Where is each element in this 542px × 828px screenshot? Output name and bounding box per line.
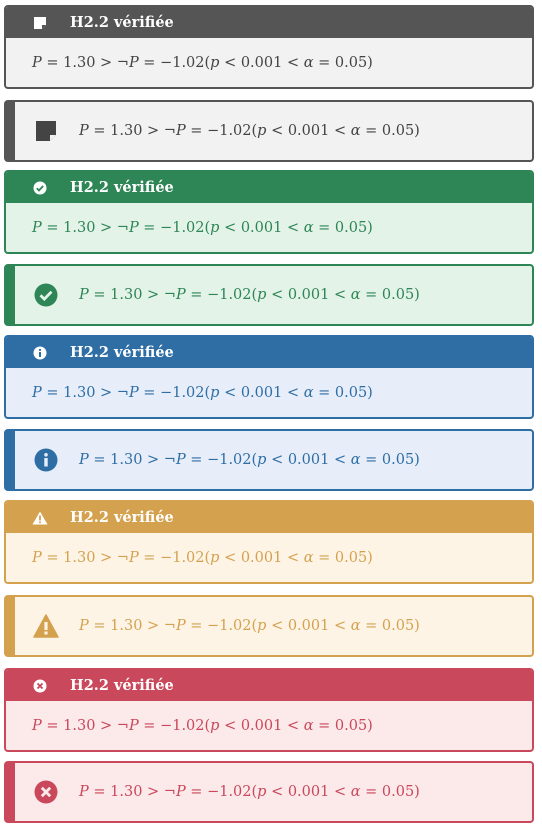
formula: P = 1.30 > ¬P = −1.02(p < 0.001 < α = 0.… [79, 452, 420, 468]
x-circle-icon [32, 678, 48, 694]
warning-triangle-icon [32, 510, 48, 526]
x-circle-icon [33, 779, 59, 805]
info-callout-side: P = 1.30 > ¬P = −1.02(p < 0.001 < α = 0.… [4, 429, 534, 491]
callout-title-bar: H2.2 vérifiée [6, 7, 532, 38]
danger-callout-side: P = 1.30 > ¬P = −1.02(p < 0.001 < α = 0.… [4, 761, 534, 823]
callout-title-bar: H2.2 vérifiée [6, 172, 532, 203]
formula: P = 1.30 > ¬P = −1.02(p < 0.001 < α = 0.… [32, 384, 373, 401]
success-callout-titled: H2.2 vérifiée P = 1.30 > ¬P = −1.02(p < … [4, 170, 534, 254]
formula: P = 1.30 > ¬P = −1.02(p < 0.001 < α = 0.… [79, 123, 420, 139]
callout-title-bar: H2.2 vérifiée [6, 670, 532, 701]
formula: P = 1.30 > ¬P = −1.02(p < 0.001 < α = 0.… [32, 54, 373, 71]
callout-body: P = 1.30 > ¬P = −1.02(p < 0.001 < α = 0.… [6, 368, 532, 417]
callout-title-bar: H2.2 vérifiée [6, 502, 532, 533]
callout-body: P = 1.30 > ¬P = −1.02(p < 0.001 < α = 0.… [6, 701, 532, 750]
callout-title: H2.2 vérifiée [70, 179, 174, 196]
warning-callout-side: P = 1.30 > ¬P = −1.02(p < 0.001 < α = 0.… [4, 595, 534, 657]
note-icon [32, 15, 48, 31]
check-circle-icon [33, 282, 59, 308]
formula: P = 1.30 > ¬P = −1.02(p < 0.001 < α = 0.… [79, 287, 420, 303]
info-circle-icon [32, 345, 48, 361]
danger-callout-titled: H2.2 vérifiée P = 1.30 > ¬P = −1.02(p < … [4, 668, 534, 752]
callout-body: P = 1.30 > ¬P = −1.02(p < 0.001 < α = 0.… [6, 38, 532, 87]
check-circle-icon [32, 180, 48, 196]
warning-triangle-icon [33, 613, 59, 639]
formula: P = 1.30 > ¬P = −1.02(p < 0.001 < α = 0.… [79, 784, 420, 800]
callout-title: H2.2 vérifiée [70, 14, 174, 31]
formula: P = 1.30 > ¬P = −1.02(p < 0.001 < α = 0.… [32, 549, 373, 566]
note-icon [33, 118, 59, 144]
callout-body: P = 1.30 > ¬P = −1.02(p < 0.001 < α = 0.… [6, 203, 532, 252]
info-circle-icon [33, 447, 59, 473]
callout-title-bar: H2.2 vérifiée [6, 337, 532, 368]
note-callout-side: P = 1.30 > ¬P = −1.02(p < 0.001 < α = 0.… [4, 100, 534, 162]
warning-callout-titled: H2.2 vérifiée P = 1.30 > ¬P = −1.02(p < … [4, 500, 534, 584]
formula: P = 1.30 > ¬P = −1.02(p < 0.001 < α = 0.… [79, 618, 420, 634]
success-callout-side: P = 1.30 > ¬P = −1.02(p < 0.001 < α = 0.… [4, 264, 534, 326]
formula: P = 1.30 > ¬P = −1.02(p < 0.001 < α = 0.… [32, 219, 373, 236]
info-callout-titled: H2.2 vérifiée P = 1.30 > ¬P = −1.02(p < … [4, 335, 534, 419]
formula: P = 1.30 > ¬P = −1.02(p < 0.001 < α = 0.… [32, 717, 373, 734]
note-callout-titled: H2.2 vérifiée P = 1.30 > ¬P = −1.02(p < … [4, 5, 534, 89]
callout-title: H2.2 vérifiée [70, 677, 174, 694]
callout-body: P = 1.30 > ¬P = −1.02(p < 0.001 < α = 0.… [6, 533, 532, 582]
callout-title: H2.2 vérifiée [70, 344, 174, 361]
callout-title: H2.2 vérifiée [70, 509, 174, 526]
